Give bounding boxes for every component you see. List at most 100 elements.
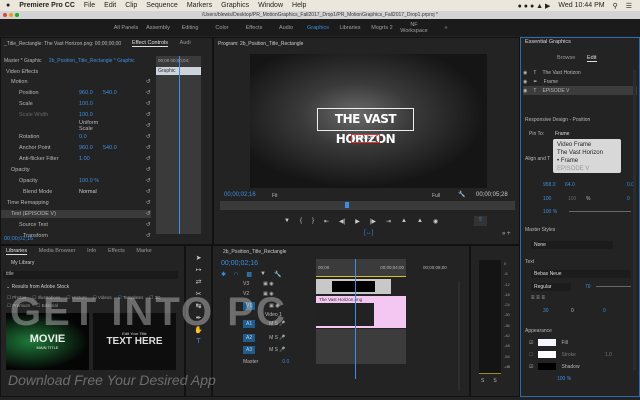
reset-icon[interactable]: ↺ — [146, 79, 151, 85]
mark-in-button[interactable]: { — [300, 218, 302, 225]
menu-markers[interactable]: Markers — [187, 2, 212, 9]
effect-value-v1[interactable]: Normal — [79, 189, 103, 195]
mini-timeline[interactable]: 00;00 00;00;04; Graphic — [156, 56, 201, 234]
effect-row[interactable]: Time Remapping↺ — [1, 199, 151, 207]
tab-effect-controls[interactable]: Effect Controls — [132, 40, 168, 47]
kerning-value[interactable]: 0 — [571, 308, 574, 314]
scrollbar[interactable] — [633, 70, 636, 370]
step-back-button[interactable]: ◀| — [339, 218, 345, 225]
tab-media-browser[interactable]: Media Browser — [39, 248, 76, 254]
timeline-timecode[interactable]: 00;00;02;16 — [221, 260, 258, 267]
stroke-width[interactable]: 1.0 — [605, 352, 612, 358]
effect-row[interactable]: Position960.0540.0↺ — [1, 89, 151, 97]
mark-out-button[interactable]: } — [312, 218, 314, 225]
search-icon[interactable]: ⚲ — [613, 2, 618, 10]
workspace-color[interactable]: Color — [206, 25, 238, 31]
workspace-nf[interactable]: NF Workspace — [398, 22, 430, 34]
position-x[interactable]: 958.0 — [543, 182, 556, 188]
tab-audio[interactable]: Audi — [180, 40, 191, 46]
reset-icon[interactable]: ↺ — [146, 167, 151, 173]
master-styles-select[interactable]: None — [531, 241, 613, 249]
clip-selector[interactable]: 2b_Position_Title_Rectangle * Graphic — [49, 58, 135, 64]
reset-icon[interactable]: ↺ — [146, 211, 151, 217]
lift-button[interactable]: ▲ — [401, 218, 407, 225]
effect-value-v2[interactable]: 540.0 — [103, 145, 127, 151]
track-header[interactable]: A2M S 🎤 — [243, 335, 286, 341]
align-buttons[interactable]: ≡ ≡ ≡ — [531, 295, 545, 301]
app-menu[interactable]: Premiere Pro CC — [19, 2, 75, 9]
layer-item-selected[interactable]: ◉TEPISODE V — [523, 86, 637, 95]
workspace-audio[interactable]: Audio — [270, 25, 302, 31]
effect-value-v1[interactable]: 960.0 — [79, 145, 103, 151]
track-select-icon[interactable]: ↦ — [196, 266, 202, 274]
effect-row[interactable]: Rotation0.0↺ — [1, 133, 151, 141]
master-volume[interactable]: 0.0 — [282, 359, 289, 365]
menu-help[interactable]: Help — [292, 2, 306, 9]
apple-icon[interactable]: ● — [6, 2, 10, 9]
effect-row[interactable]: Motion↺ — [1, 78, 151, 86]
tab-libraries[interactable]: Libraries — [6, 248, 27, 255]
tab-effects[interactable]: Effects — [108, 248, 125, 254]
reset-icon[interactable]: ↺ — [146, 156, 151, 162]
quality-select[interactable]: Full — [432, 193, 440, 199]
track-controls-icon[interactable]: M S 🎤 — [269, 347, 286, 353]
add-button[interactable]: » + — [502, 231, 511, 237]
font-size-slider[interactable] — [596, 286, 631, 287]
export-button[interactable]: ⇧ — [474, 216, 487, 226]
more-workspaces-icon[interactable]: » — [430, 25, 462, 31]
clip-v1[interactable]: The Vast Horizon.png — [316, 296, 406, 328]
tab-edit[interactable]: Edit — [587, 55, 596, 62]
fit-select[interactable]: Fit — [272, 193, 278, 199]
reset-icon[interactable]: ↺ — [146, 123, 151, 129]
magnet-icon[interactable]: ∩ — [234, 271, 238, 278]
track-header[interactable]: V3▣ ◉ — [243, 281, 274, 287]
video-frame[interactable]: THE VAST HORIZON EPISODE V — [250, 54, 487, 188]
step-forward-button[interactable]: |▶ — [370, 218, 376, 225]
workspace-graphics[interactable]: Graphics — [302, 25, 334, 31]
go-to-in-button[interactable]: ⇤ — [324, 218, 329, 225]
effect-value-v1[interactable]: 0.0 — [79, 134, 103, 140]
layer-item[interactable]: ◉TThe Vast Horizon — [523, 68, 637, 77]
linked-icon[interactable]: ▩ — [246, 271, 252, 278]
workspace-editing[interactable]: Editing — [174, 25, 206, 31]
eye-icon[interactable]: ◉ — [523, 70, 527, 76]
list-icon[interactable]: ☰ — [626, 2, 632, 10]
library-select[interactable]: My Library — [11, 260, 34, 266]
selection-tool-icon[interactable]: ➤ — [196, 254, 202, 262]
reset-icon[interactable]: ↺ — [146, 178, 151, 184]
leading-value[interactable]: 0 — [603, 308, 606, 314]
effect-row[interactable]: Anchor Point960.0540.0↺ — [1, 144, 151, 152]
track-header[interactable]: Master0.0 — [243, 359, 289, 365]
ec-timecode[interactable]: 00;00;02;16 — [4, 236, 33, 242]
effect-row[interactable]: Blend ModeNormal↺ — [1, 188, 151, 196]
scale-value[interactable]: 100 — [543, 196, 551, 202]
workspace-effects[interactable]: Effects — [238, 25, 270, 31]
reset-icon[interactable]: ↺ — [146, 145, 151, 151]
fill-checkbox[interactable]: ☑ — [529, 340, 533, 346]
snap-icon[interactable]: ✱ — [221, 271, 226, 278]
option-frame[interactable]: • Frame — [557, 157, 617, 165]
font-style-select[interactable]: Regular — [531, 283, 571, 291]
type-tool-icon[interactable]: T — [196, 338, 200, 345]
menu-file[interactable]: File — [84, 2, 95, 9]
reset-icon[interactable]: ↺ — [146, 222, 151, 228]
pin-to-select[interactable]: Frame — [555, 131, 569, 137]
effect-value-v2[interactable]: 540.0 — [103, 90, 127, 96]
option-vast-horizon[interactable]: The Vast Horizon — [557, 149, 617, 157]
menu-edit[interactable]: Edit — [104, 2, 116, 9]
menu-sequence[interactable]: Sequence — [146, 2, 178, 9]
eye-icon[interactable]: ◉ — [523, 88, 527, 94]
workspace-libraries[interactable]: Libraries — [334, 25, 366, 31]
go-to-out-button[interactable]: ⇥ — [386, 218, 391, 225]
opacity-value[interactable]: 100 % — [543, 209, 557, 215]
effect-row[interactable]: Scale Width100.0↺ — [1, 111, 151, 119]
playhead[interactable] — [179, 56, 180, 234]
stroke-swatch[interactable] — [538, 351, 556, 358]
option-video-frame[interactable]: Video Frame — [557, 141, 617, 149]
effect-value-v1[interactable]: 100.0 — [79, 112, 103, 118]
zoom-button[interactable] — [15, 13, 19, 17]
settings-wrench-icon[interactable]: 🔧 — [274, 271, 281, 278]
reset-icon[interactable]: ↺ — [146, 189, 151, 195]
compare-icon[interactable]: [↔] — [364, 230, 373, 236]
position-y[interactable]: 64.0 — [565, 182, 575, 188]
